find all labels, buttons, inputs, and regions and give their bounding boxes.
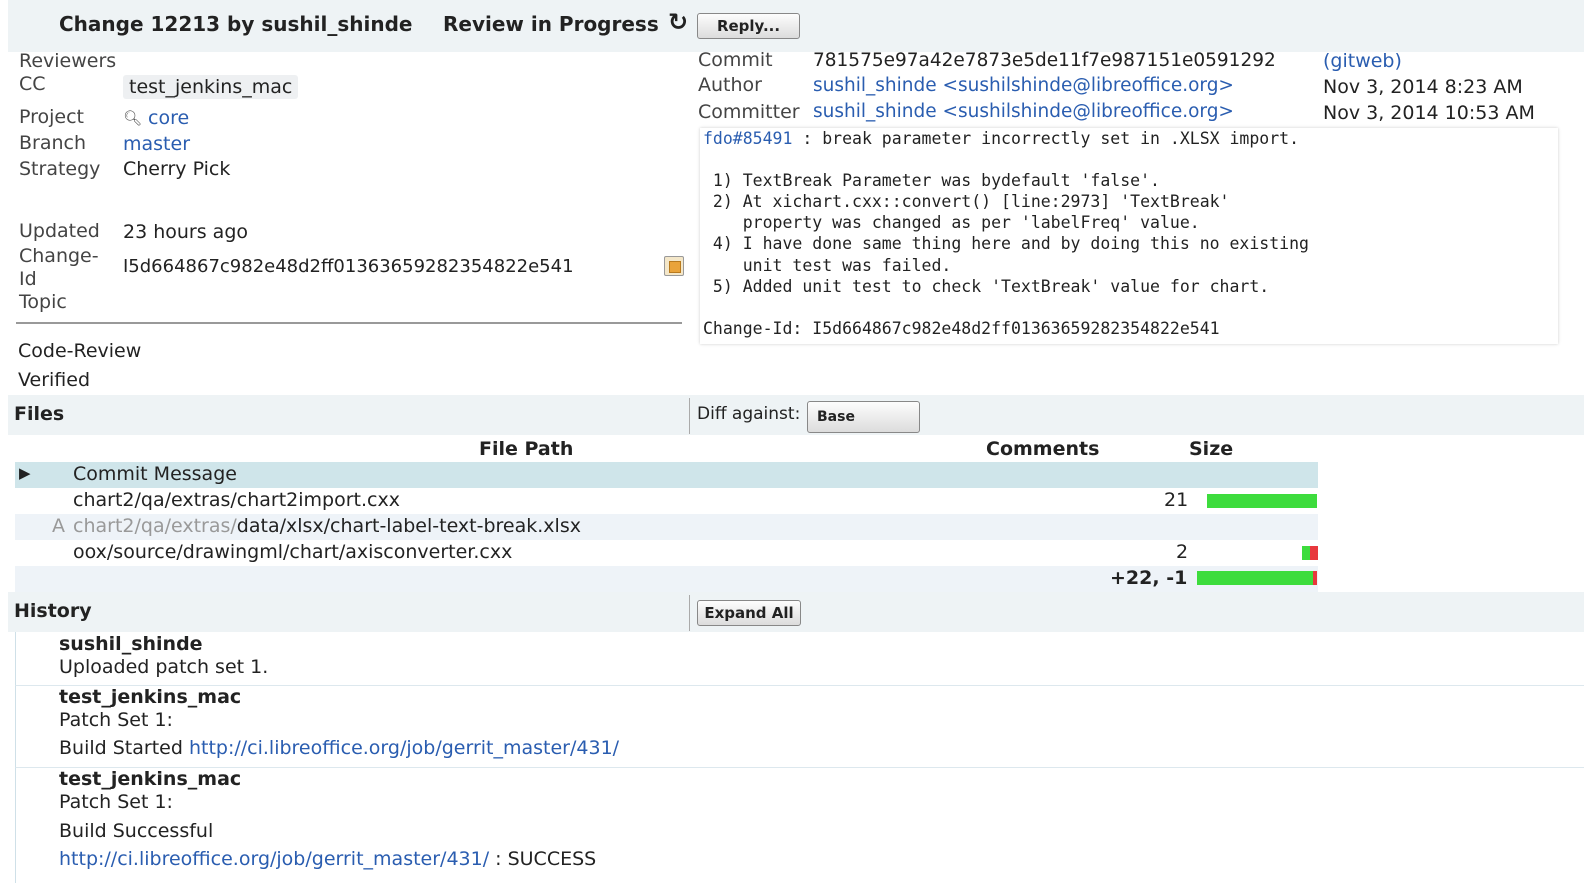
file-row[interactable]: A chart2/qa/extras/data/xlsx/chart-label… — [15, 514, 1318, 540]
size-bar-added — [1302, 546, 1310, 560]
size-bar-added — [1207, 494, 1317, 508]
cc-label: CC — [19, 73, 46, 95]
diff-against-value: Base — [817, 409, 855, 425]
change-header: Change 12213 by sushil_shinde Review in … — [8, 0, 1584, 52]
separator — [689, 595, 690, 631]
commit-message-box: fdo#85491 : break parameter incorrectly … — [700, 128, 1558, 344]
file-path-prefix: chart2/qa/extras/ — [73, 515, 237, 537]
committer-date: Nov 3, 2014 10:53 AM — [1323, 102, 1535, 124]
history-title: History — [14, 600, 92, 622]
change-status: Review in Progress — [443, 12, 659, 36]
history-message: Patch Set 1: — [59, 791, 173, 813]
file-path[interactable]: chart2/qa/extras/data/xlsx/chart-label-t… — [73, 515, 581, 537]
reviewers-label: Reviewers — [19, 50, 117, 72]
row-pointer-icon: ▶ — [19, 464, 31, 482]
history-message: Uploaded patch set 1. — [59, 656, 269, 678]
col-file-path: File Path — [479, 438, 574, 460]
strategy-label: Strategy — [19, 158, 101, 180]
file-path[interactable]: Commit Message — [73, 463, 237, 485]
changeid-label: Change- — [19, 245, 99, 267]
file-totals-row: +22, -1 — [15, 566, 1318, 592]
change-title: Change 12213 by sushil_shinde — [59, 12, 413, 36]
code-review-label: Code-Review — [18, 340, 142, 362]
diff-against-label: Diff against: — [697, 404, 801, 424]
col-comments: Comments — [986, 438, 1100, 460]
changeid-value: I5d664867c982e48d2ff01363659282354822e54… — [123, 256, 574, 277]
file-path[interactable]: oox/source/drawingml/chart/axisconverter… — [73, 541, 512, 563]
commit-message-first: : break parameter incorrectly set in .XL… — [792, 129, 1300, 148]
author-link[interactable]: sushil_shinde <sushilshinde@libreoffice.… — [813, 75, 1234, 96]
diff-against-select[interactable]: Base — [807, 401, 920, 433]
file-path-name: data/xlsx/chart-label-text-break.xlsx — [236, 515, 581, 537]
history-message: Build Successful — [59, 820, 214, 842]
project-label: Project — [19, 106, 85, 128]
committer-link[interactable]: sushil_shinde <sushilshinde@libreoffice.… — [813, 101, 1234, 122]
author-date: Nov 3, 2014 8:23 AM — [1323, 76, 1523, 98]
col-size: Size — [1189, 438, 1234, 460]
history-text: Build Started — [59, 737, 189, 759]
history-text: : SUCCESS — [489, 848, 597, 870]
updated-value: 23 hours ago — [123, 221, 249, 243]
total-bar-added — [1197, 571, 1313, 585]
file-row[interactable]: oox/source/drawingml/chart/axisconverter… — [15, 540, 1318, 566]
file-status-added: A — [52, 515, 65, 537]
file-size: 2 — [1176, 541, 1189, 563]
bug-link[interactable]: fdo#85491 — [703, 129, 792, 148]
copy-icon[interactable] — [664, 256, 684, 276]
divider — [16, 322, 682, 324]
gitweb-link[interactable]: (gitweb) — [1323, 50, 1402, 72]
file-size: 21 — [1164, 489, 1189, 511]
history-author: test_jenkins_mac — [59, 768, 242, 790]
files-title: Files — [14, 403, 65, 425]
history-message: Patch Set 1: — [59, 709, 173, 731]
history-entry[interactable]: test_jenkins_mac Patch Set 1: Build Star… — [15, 686, 1584, 768]
committer-label: Committer — [698, 101, 800, 123]
branch-label: Branch — [19, 132, 87, 154]
total-size: +22, -1 — [1110, 567, 1188, 589]
file-row-commit-message[interactable]: ▶ Commit Message — [15, 462, 1318, 488]
history-message: http://ci.libreoffice.org/job/gerrit_mas… — [59, 848, 596, 870]
author-label: Author — [698, 74, 762, 96]
total-bar-removed — [1313, 571, 1317, 585]
strategy-value: Cherry Pick — [123, 158, 231, 180]
history-author: test_jenkins_mac — [59, 686, 242, 708]
project-link[interactable]: core — [148, 107, 189, 129]
history-author: sushil_shinde — [59, 633, 203, 655]
cc-reviewer-chip[interactable]: test_jenkins_mac — [123, 75, 299, 99]
file-row[interactable]: chart2/qa/extras/chart2import.cxx 21 — [15, 488, 1318, 514]
commit-message-body: 1) TextBreak Parameter was bydefault 'fa… — [703, 171, 1309, 338]
topic-label: Topic — [19, 291, 67, 313]
history-entry[interactable]: test_jenkins_mac Patch Set 1: Build Succ… — [15, 768, 1584, 883]
history-message: Build Started http://ci.libreoffice.org/… — [59, 737, 619, 759]
search-icon[interactable]: 🔍︎ — [123, 106, 142, 127]
build-link[interactable]: http://ci.libreoffice.org/job/gerrit_mas… — [59, 848, 489, 870]
file-path[interactable]: chart2/qa/extras/chart2import.cxx — [73, 489, 400, 511]
size-bar-removed — [1310, 546, 1318, 560]
commit-label: Commit — [698, 49, 773, 71]
updated-label: Updated — [19, 220, 100, 242]
separator — [689, 398, 690, 434]
branch-link[interactable]: master — [123, 133, 190, 155]
verified-label: Verified — [18, 369, 91, 391]
reload-icon[interactable]: ↻ — [668, 8, 688, 36]
reply-button[interactable]: Reply... — [697, 13, 800, 39]
build-link[interactable]: http://ci.libreoffice.org/job/gerrit_mas… — [189, 737, 619, 759]
commit-sha: 781575e97a42e7873e5de11f7e987151e0591292 — [813, 50, 1276, 71]
history-entry[interactable]: sushil_shinde Uploaded patch set 1. — [15, 632, 1584, 686]
expand-all-button[interactable]: Expand All — [697, 600, 801, 626]
changeid-label-2: Id — [19, 268, 37, 290]
